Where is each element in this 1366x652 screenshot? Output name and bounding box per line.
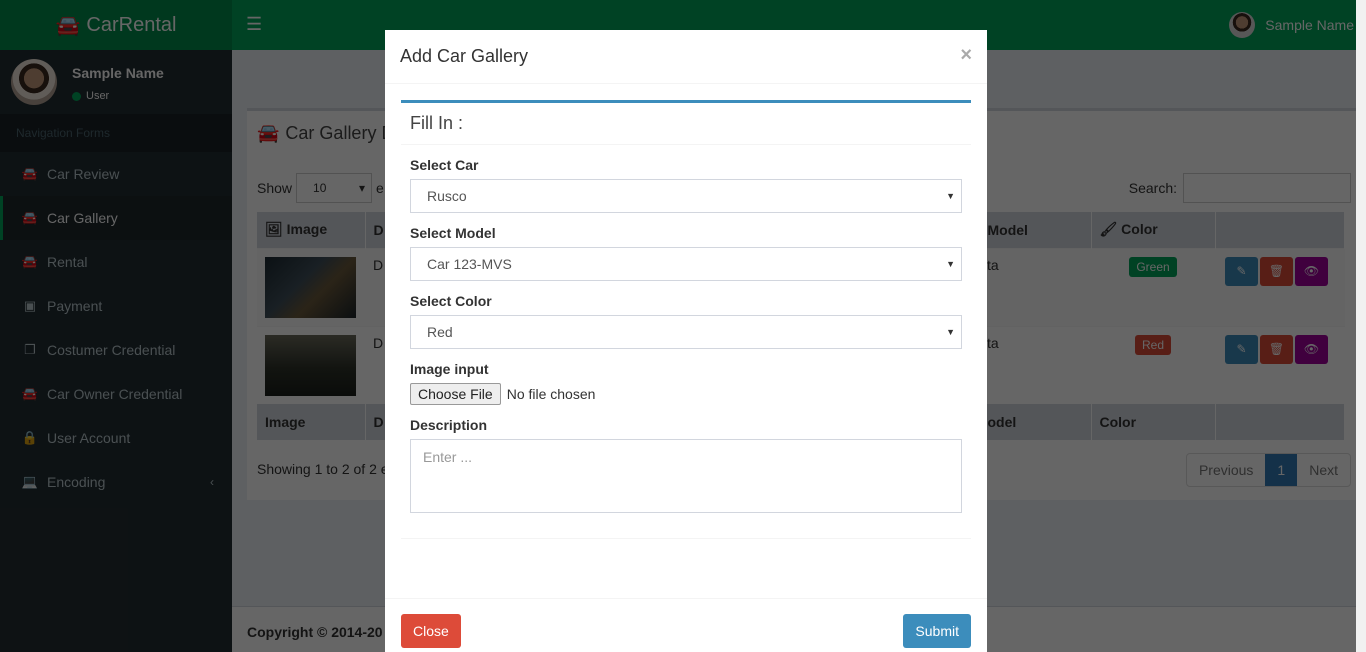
chevron-down-icon: ▼	[946, 259, 955, 269]
select-value: Car 123-MVS	[427, 256, 512, 272]
select-model-label: Select Model	[410, 225, 496, 241]
file-status: No file chosen	[506, 386, 596, 402]
chevron-down-icon: ▼	[946, 191, 955, 201]
select-model-dropdown[interactable]: Car 123-MVS ▼	[410, 247, 962, 281]
select-car-label: Select Car	[410, 157, 479, 173]
modal-header: Add Car Gallery ×	[385, 30, 987, 84]
description-label: Description	[410, 417, 488, 433]
select-value: Red	[427, 324, 453, 340]
description-group: Description Enter ...	[410, 417, 962, 513]
image-input-group: Image input Choose File No file chosen	[410, 361, 962, 405]
submit-button[interactable]: Submit	[903, 614, 971, 648]
select-value: Rusco	[427, 188, 467, 204]
form-box: Fill In : Select Car Rusco ▼ Select Mode…	[401, 100, 971, 539]
modal-title: Add Car Gallery	[400, 46, 529, 66]
select-model-group: Select Model Car 123-MVS ▼	[410, 225, 962, 281]
chevron-down-icon: ▼	[946, 327, 955, 337]
description-textarea[interactable]: Enter ...	[410, 439, 962, 513]
modal-footer: Close Submit	[385, 598, 987, 652]
close-icon[interactable]: ×	[960, 44, 972, 67]
divider	[401, 538, 971, 539]
select-color-label: Select Color	[410, 293, 492, 309]
close-button[interactable]: Close	[401, 614, 461, 648]
scrollbar[interactable]	[1356, 0, 1366, 652]
file-input: Choose File No file chosen	[410, 383, 962, 405]
form-section-title: Fill In :	[401, 103, 971, 145]
select-car-dropdown[interactable]: Rusco ▼	[410, 179, 962, 213]
select-car-group: Select Car Rusco ▼	[410, 157, 962, 213]
add-car-gallery-modal: Add Car Gallery × Fill In : Select Car R…	[385, 30, 987, 652]
choose-file-button[interactable]: Choose File	[410, 383, 501, 405]
select-color-dropdown[interactable]: Red ▼	[410, 315, 962, 349]
select-color-group: Select Color Red ▼	[410, 293, 962, 349]
image-input-label: Image input	[410, 361, 489, 377]
